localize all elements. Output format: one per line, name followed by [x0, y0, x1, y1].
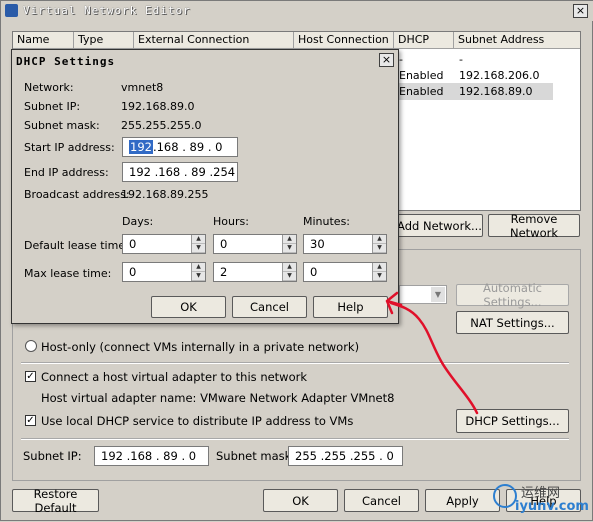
- site-watermark: 运维网 iyunv.com: [493, 482, 589, 518]
- virtual-network-editor-window: Virtual Network Editor × Name Type Exter…: [0, 0, 593, 521]
- annotation-arrow-icon: [385, 291, 479, 415]
- watermark-logo-icon: [493, 484, 517, 508]
- watermark-text-en: iyunv.com: [515, 499, 589, 514]
